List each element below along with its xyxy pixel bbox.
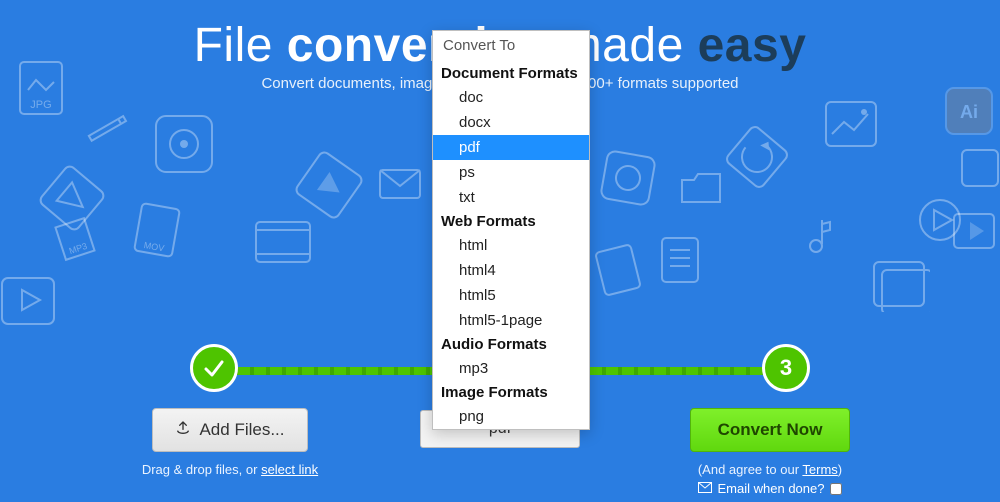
- mail-icon: [698, 481, 712, 496]
- convert-now-label: Convert Now: [718, 420, 823, 440]
- add-files-button[interactable]: Add Files...: [152, 408, 307, 452]
- terms-link[interactable]: Terms: [802, 462, 837, 477]
- dropdown-group-label: Image Formats: [433, 381, 589, 404]
- upload-icon: [175, 420, 191, 441]
- dropdown-item[interactable]: txt: [433, 185, 589, 210]
- dropdown-item[interactable]: pdf: [433, 135, 589, 160]
- dropdown-group-label: Audio Formats: [433, 333, 589, 356]
- convert-to-dropdown[interactable]: Convert To Document Formatsdocdocxpdfpst…: [432, 30, 590, 430]
- dropdown-item[interactable]: doc: [433, 85, 589, 110]
- email-when-done-checkbox[interactable]: [830, 483, 842, 495]
- terms-hint: (And agree to our Terms): [640, 462, 900, 477]
- dropdown-group-label: Web Formats: [433, 210, 589, 233]
- step-1-column: Add Files... Drag & drop files, or selec…: [100, 408, 360, 477]
- svg-text:MOV: MOV: [143, 240, 165, 253]
- dropdown-item[interactable]: html5-1page: [433, 308, 589, 333]
- dropdown-item[interactable]: html4: [433, 258, 589, 283]
- dropdown-item[interactable]: png: [433, 404, 589, 429]
- dropdown-item[interactable]: docx: [433, 110, 589, 135]
- step-1-done-icon: [190, 344, 238, 392]
- dropdown-title: Convert To: [433, 31, 589, 62]
- select-link[interactable]: select link: [261, 462, 318, 477]
- dropdown-item[interactable]: html: [433, 233, 589, 258]
- step-3-column: Convert Now (And agree to our Terms) Ema…: [640, 408, 900, 498]
- dropdown-item[interactable]: mp3: [433, 356, 589, 381]
- svg-text:JPG: JPG: [30, 99, 51, 111]
- dropdown-item[interactable]: ps: [433, 160, 589, 185]
- dropdown-group-label: Document Formats: [433, 62, 589, 85]
- add-files-hint: Drag & drop files, or select link: [100, 462, 360, 477]
- add-files-label: Add Files...: [199, 420, 284, 440]
- email-when-done-label: Email when done?: [718, 481, 825, 496]
- convert-now-button[interactable]: Convert Now: [690, 408, 850, 452]
- step-3-badge: 3: [762, 344, 810, 392]
- svg-text:MP3: MP3: [68, 241, 89, 256]
- dropdown-item[interactable]: html5: [433, 283, 589, 308]
- svg-text:Ai: Ai: [960, 102, 978, 122]
